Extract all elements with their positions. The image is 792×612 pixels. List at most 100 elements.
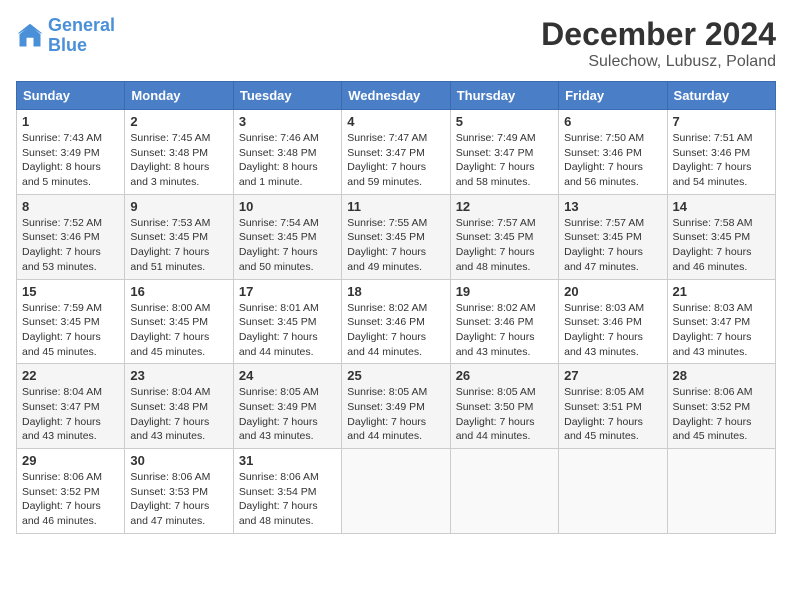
day-info: Sunrise: 7:49 AMSunset: 3:47 PMDaylight:… — [456, 131, 553, 190]
day-number: 31 — [239, 453, 336, 468]
calendar-day: 4Sunrise: 7:47 AMSunset: 3:47 PMDaylight… — [342, 110, 450, 195]
calendar-day: 6 Sunrise: 7:50 AMSunset: 3:46 PMDaylight… — [559, 110, 667, 195]
day-info: Sunrise: 8:04 AMSunset: 3:48 PMDaylight:… — [130, 385, 227, 444]
calendar-title: December 2024 — [541, 16, 776, 53]
calendar-day — [667, 449, 775, 534]
day-info: Sunrise: 8:05 AMSunset: 3:49 PMDaylight:… — [347, 385, 444, 444]
weekday-header-thursday: Thursday — [450, 82, 558, 110]
calendar-day: 18 Sunrise: 8:02 AMSunset: 3:46 PMDayligh… — [342, 279, 450, 364]
day-number: 1 — [22, 114, 119, 129]
calendar-day: 28Sunrise: 8:06 AMSunset: 3:52 PMDayligh… — [667, 364, 775, 449]
weekday-header-monday: Monday — [125, 82, 233, 110]
day-number: 23 — [130, 368, 227, 383]
day-number: 8 — [22, 199, 119, 214]
calendar-day: 13 Sunrise: 7:57 AMSunset: 3:45 PMDayligh… — [559, 194, 667, 279]
calendar-week-2: 8 Sunrise: 7:52 AMSunset: 3:46 PMDaylight… — [17, 194, 776, 279]
day-number: 7 — [673, 114, 770, 129]
calendar-day: 25 Sunrise: 8:05 AMSunset: 3:49 PMDayligh… — [342, 364, 450, 449]
page-header: General Blue December 2024 Sulechow, Lub… — [16, 16, 776, 71]
day-number: 3 — [239, 114, 336, 129]
title-block: December 2024 Sulechow, Lubusz, Poland — [541, 16, 776, 71]
day-info: Sunrise: 8:06 AMSunset: 3:52 PMDaylight:… — [22, 470, 119, 529]
day-number: 9 — [130, 199, 227, 214]
day-number: 16 — [130, 284, 227, 299]
calendar-day: 3 Sunrise: 7:46 AMSunset: 3:48 PMDaylight… — [233, 110, 341, 195]
calendar-day: 8 Sunrise: 7:52 AMSunset: 3:46 PMDaylight… — [17, 194, 125, 279]
day-info: Sunrise: 7:57 AMSunset: 3:45 PMDaylight:… — [564, 216, 661, 275]
calendar-day: 1 Sunrise: 7:43 AMSunset: 3:49 PMDaylight… — [17, 110, 125, 195]
day-number: 6 — [564, 114, 661, 129]
day-number: 12 — [456, 199, 553, 214]
weekday-header-saturday: Saturday — [667, 82, 775, 110]
day-info: Sunrise: 8:06 AMSunset: 3:54 PMDaylight:… — [239, 470, 336, 529]
calendar-table: SundayMondayTuesdayWednesdayThursdayFrid… — [16, 81, 776, 534]
day-info: Sunrise: 7:45 AMSunset: 3:48 PMDaylight:… — [130, 131, 227, 190]
day-info: Sunrise: 7:52 AMSunset: 3:46 PMDaylight:… — [22, 216, 119, 275]
day-info: Sunrise: 8:06 AMSunset: 3:53 PMDaylight:… — [130, 470, 227, 529]
day-info: Sunrise: 7:51 AMSunset: 3:46 PMDaylight:… — [673, 131, 770, 190]
day-info: Sunrise: 7:55 AMSunset: 3:45 PMDaylight:… — [347, 216, 444, 275]
logo: General Blue — [16, 16, 115, 56]
day-info: Sunrise: 8:04 AMSunset: 3:47 PMDaylight:… — [22, 385, 119, 444]
day-number: 21 — [673, 284, 770, 299]
day-info: Sunrise: 7:59 AMSunset: 3:45 PMDaylight:… — [22, 301, 119, 360]
day-number: 4 — [347, 114, 444, 129]
calendar-day — [342, 449, 450, 534]
calendar-day: 26Sunrise: 8:05 AMSunset: 3:50 PMDayligh… — [450, 364, 558, 449]
day-info: Sunrise: 8:06 AMSunset: 3:52 PMDaylight:… — [673, 385, 770, 444]
day-info: Sunrise: 8:03 AMSunset: 3:47 PMDaylight:… — [673, 301, 770, 360]
day-number: 18 — [347, 284, 444, 299]
calendar-day: 24Sunrise: 8:05 AMSunset: 3:49 PMDayligh… — [233, 364, 341, 449]
calendar-day: 11 Sunrise: 7:55 AMSunset: 3:45 PMDayligh… — [342, 194, 450, 279]
calendar-day: 29 Sunrise: 8:06 AMSunset: 3:52 PMDayligh… — [17, 449, 125, 534]
day-info: Sunrise: 7:54 AMSunset: 3:45 PMDaylight:… — [239, 216, 336, 275]
day-number: 30 — [130, 453, 227, 468]
day-info: Sunrise: 8:02 AMSunset: 3:46 PMDaylight:… — [347, 301, 444, 360]
calendar-week-1: 1 Sunrise: 7:43 AMSunset: 3:49 PMDaylight… — [17, 110, 776, 195]
calendar-subtitle: Sulechow, Lubusz, Poland — [541, 53, 776, 71]
day-info: Sunrise: 7:46 AMSunset: 3:48 PMDaylight:… — [239, 131, 336, 190]
logo-icon — [16, 22, 44, 50]
calendar-day: 30 Sunrise: 8:06 AMSunset: 3:53 PMDayligh… — [125, 449, 233, 534]
day-info: Sunrise: 8:05 AMSunset: 3:51 PMDaylight:… — [564, 385, 661, 444]
calendar-week-3: 15Sunrise: 7:59 AMSunset: 3:45 PMDayligh… — [17, 279, 776, 364]
day-number: 11 — [347, 199, 444, 214]
calendar-day: 16Sunrise: 8:00 AMSunset: 3:45 PMDayligh… — [125, 279, 233, 364]
day-info: Sunrise: 8:05 AMSunset: 3:50 PMDaylight:… — [456, 385, 553, 444]
day-info: Sunrise: 8:05 AMSunset: 3:49 PMDaylight:… — [239, 385, 336, 444]
day-number: 10 — [239, 199, 336, 214]
calendar-day: 22Sunrise: 8:04 AMSunset: 3:47 PMDayligh… — [17, 364, 125, 449]
calendar-day: 5Sunrise: 7:49 AMSunset: 3:47 PMDaylight… — [450, 110, 558, 195]
calendar-day: 27 Sunrise: 8:05 AMSunset: 3:51 PMDayligh… — [559, 364, 667, 449]
day-number: 19 — [456, 284, 553, 299]
calendar-day: 23 Sunrise: 8:04 AMSunset: 3:48 PMDayligh… — [125, 364, 233, 449]
calendar-day: 17Sunrise: 8:01 AMSunset: 3:45 PMDayligh… — [233, 279, 341, 364]
calendar-day: 21 Sunrise: 8:03 AMSunset: 3:47 PMDayligh… — [667, 279, 775, 364]
weekday-header-tuesday: Tuesday — [233, 82, 341, 110]
day-info: Sunrise: 8:03 AMSunset: 3:46 PMDaylight:… — [564, 301, 661, 360]
calendar-day: 19 Sunrise: 8:02 AMSunset: 3:46 PMDayligh… — [450, 279, 558, 364]
calendar-day: 2Sunrise: 7:45 AMSunset: 3:48 PMDaylight… — [125, 110, 233, 195]
day-info: Sunrise: 8:01 AMSunset: 3:45 PMDaylight:… — [239, 301, 336, 360]
calendar-day: 7 Sunrise: 7:51 AMSunset: 3:46 PMDaylight… — [667, 110, 775, 195]
calendar-day — [450, 449, 558, 534]
logo-text: General Blue — [48, 16, 115, 56]
day-info: Sunrise: 8:02 AMSunset: 3:46 PMDaylight:… — [456, 301, 553, 360]
calendar-day — [559, 449, 667, 534]
day-info: Sunrise: 7:50 AMSunset: 3:46 PMDaylight:… — [564, 131, 661, 190]
day-number: 25 — [347, 368, 444, 383]
day-number: 13 — [564, 199, 661, 214]
day-info: Sunrise: 7:43 AMSunset: 3:49 PMDaylight:… — [22, 131, 119, 190]
day-number: 20 — [564, 284, 661, 299]
day-number: 27 — [564, 368, 661, 383]
calendar-day: 20 Sunrise: 8:03 AMSunset: 3:46 PMDayligh… — [559, 279, 667, 364]
calendar-week-4: 22Sunrise: 8:04 AMSunset: 3:47 PMDayligh… — [17, 364, 776, 449]
calendar-day: 9Sunrise: 7:53 AMSunset: 3:45 PMDaylight… — [125, 194, 233, 279]
day-number: 29 — [22, 453, 119, 468]
day-number: 14 — [673, 199, 770, 214]
logo-general: General — [48, 15, 115, 35]
day-info: Sunrise: 7:57 AMSunset: 3:45 PMDaylight:… — [456, 216, 553, 275]
calendar-day: 10 Sunrise: 7:54 AMSunset: 3:45 PMDayligh… — [233, 194, 341, 279]
weekday-header-sunday: Sunday — [17, 82, 125, 110]
day-info: Sunrise: 7:58 AMSunset: 3:45 PMDaylight:… — [673, 216, 770, 275]
